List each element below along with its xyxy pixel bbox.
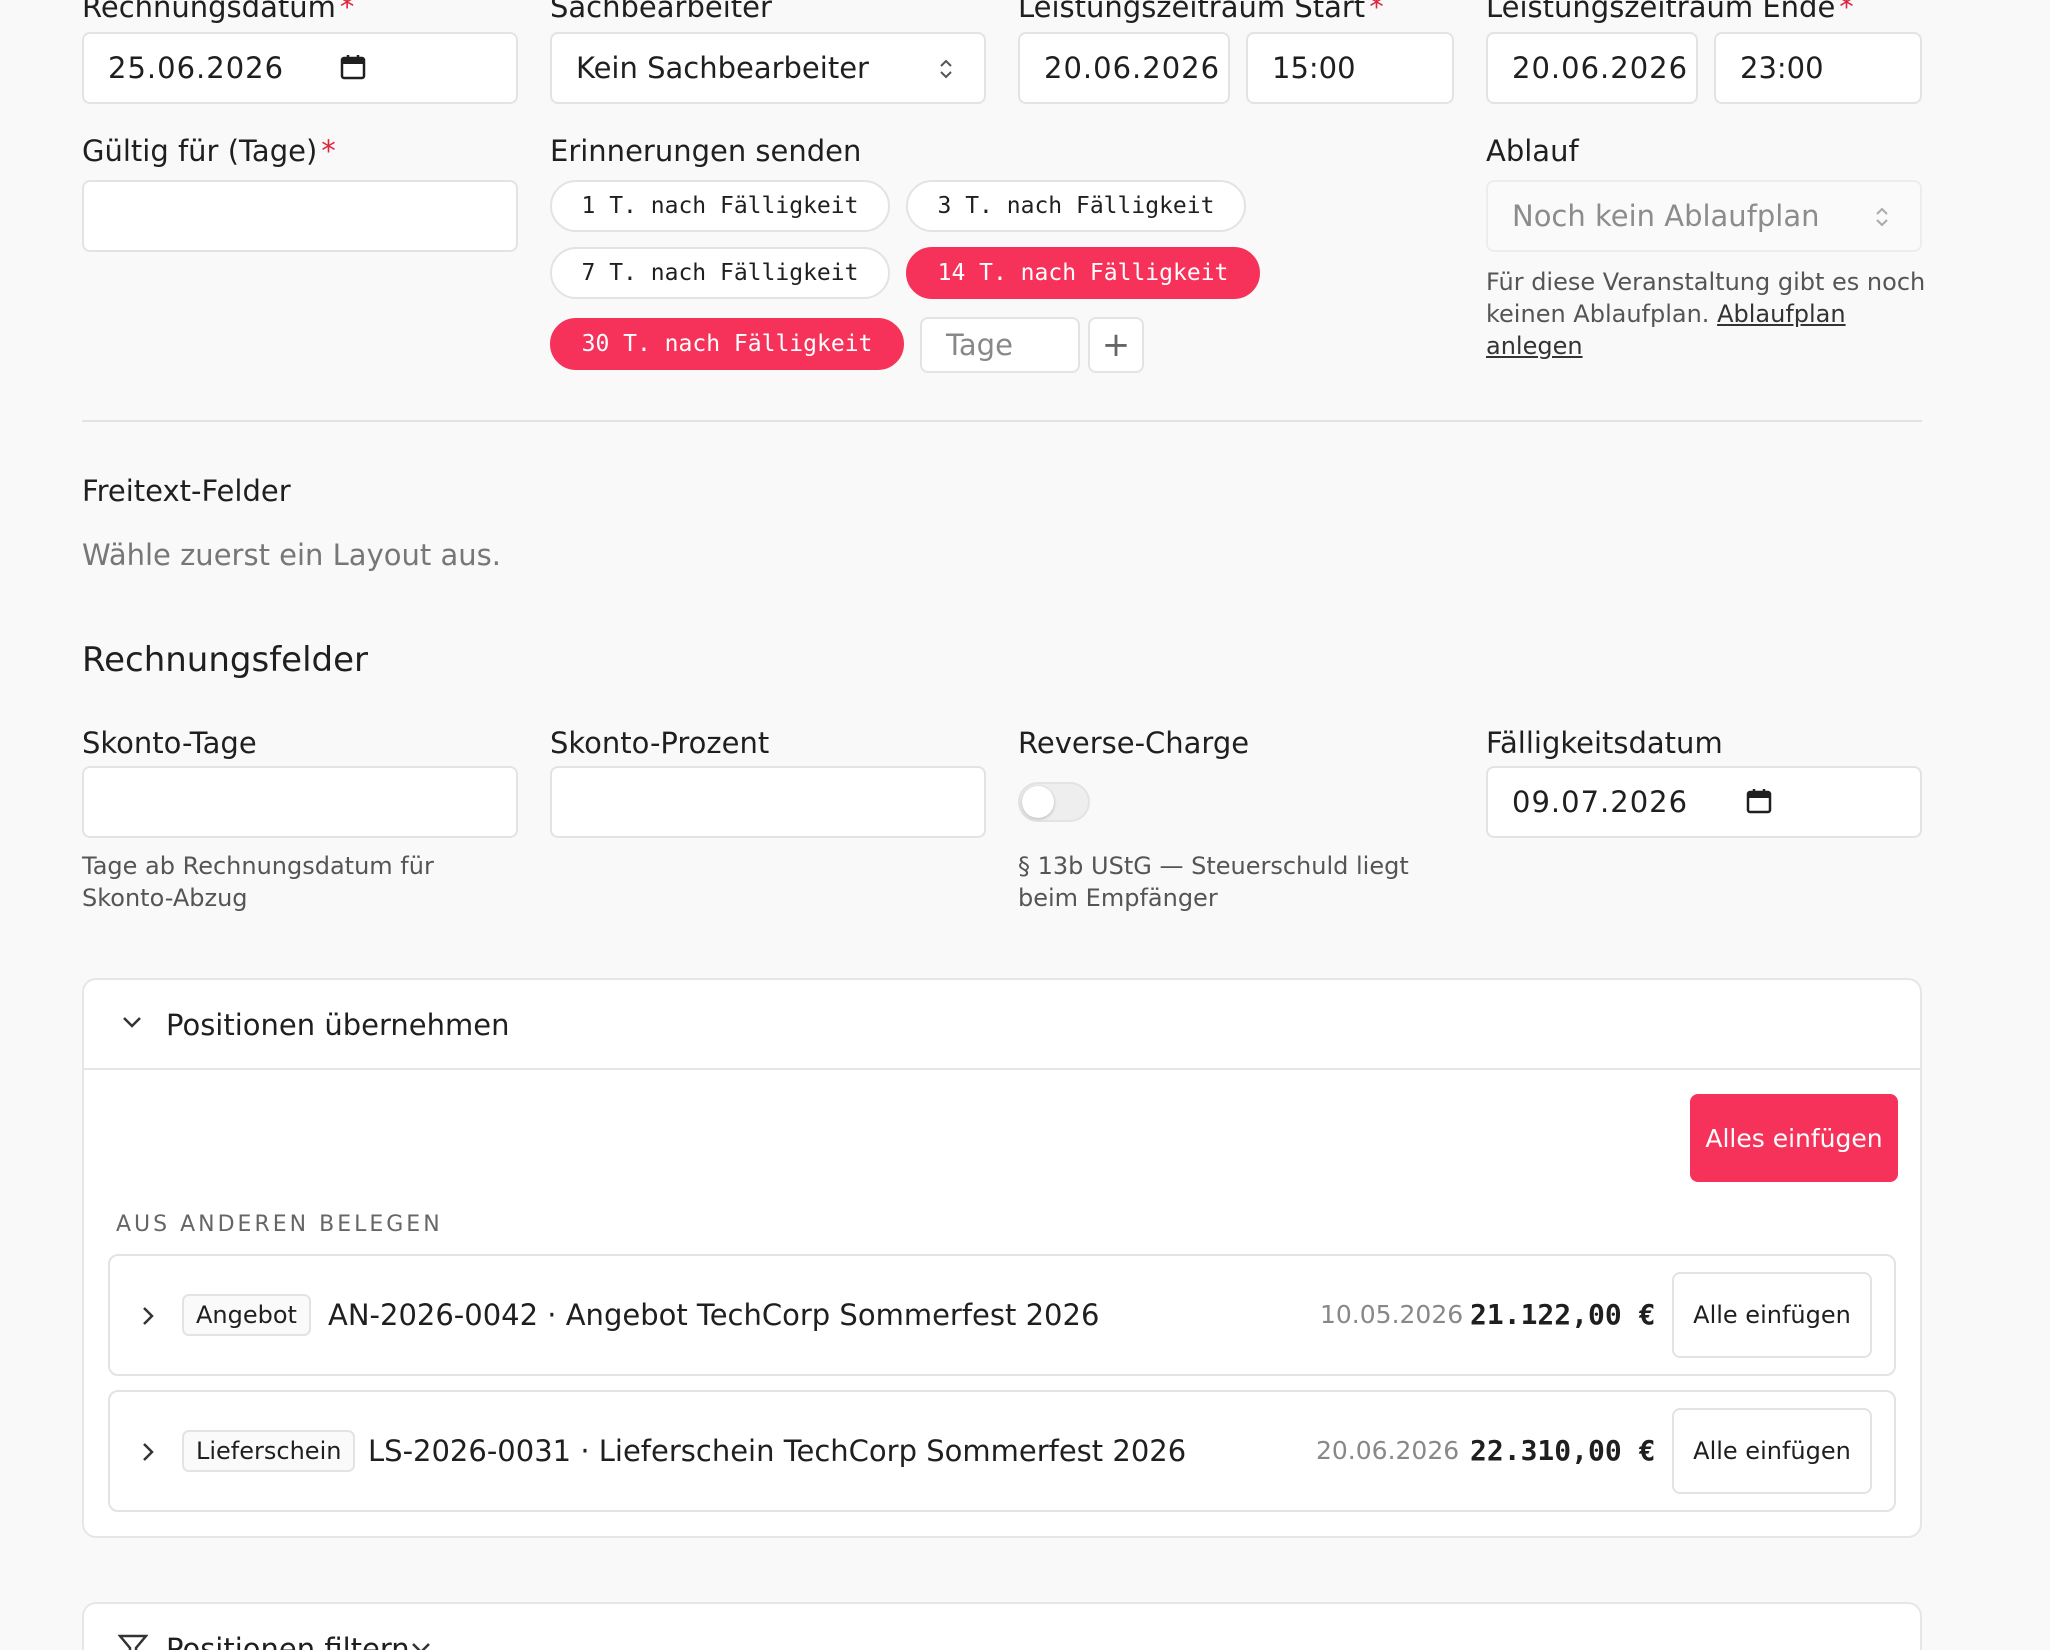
positions-title: Positionen übernehmen [166, 1008, 510, 1042]
doc-type-badge: Lieferschein [182, 1430, 356, 1472]
insert-all-button[interactable]: Alles einfügen [1690, 1094, 1898, 1182]
reverse-charge-toggle[interactable] [1018, 782, 1090, 822]
doc-row-angebot[interactable]: Angebot AN-2026-0042 · Angebot TechCorp … [108, 1254, 1896, 1376]
period-start-time-input[interactable]: 15:00 [1246, 32, 1454, 104]
select-arrows-icon [1872, 204, 1892, 230]
doc-amount: 21.122,00 € [1470, 1298, 1656, 1331]
other-docs-label: AUS ANDEREN BELEGEN [116, 1212, 443, 1237]
period-start-date-input[interactable]: 20.06.2026 [1018, 32, 1230, 104]
flow-hint: Für diese Veranstaltung gibt es noch kei… [1486, 268, 1926, 360]
valid-days-label: Gültig für (Tage) * [82, 134, 336, 168]
select-arrows-icon [936, 56, 956, 82]
calendar-icon[interactable] [1746, 788, 1772, 814]
clerk-label: Sachbearbeiter [550, 0, 772, 24]
add-reminder-button[interactable]: + [1088, 317, 1144, 373]
reverse-charge-hint: § 13b UStG — Steuerschuld liegt beim Emp… [1018, 852, 1409, 912]
chevron-right-icon[interactable] [140, 1304, 156, 1328]
doc-title: AN-2026-0042 · Angebot TechCorp Sommerfe… [328, 1298, 1100, 1332]
reminder-chip-30[interactable]: 30 T. nach Fälligkeit [550, 318, 904, 370]
invoice-fields-title: Rechnungsfelder [82, 640, 369, 680]
chevron-down-icon [120, 1012, 144, 1032]
reminder-chip-7[interactable]: 7 T. nach Fälligkeit [550, 247, 890, 299]
due-date-input[interactable]: 09.07.2026 [1486, 766, 1922, 838]
invoice-date-input[interactable]: 25.06.2026 [82, 32, 518, 104]
chevron-down-icon [410, 1640, 432, 1650]
invoice-date-value: 25.06.2026 [108, 51, 285, 85]
freetext-hint: Wähle zuerst ein Layout aus. [82, 538, 501, 572]
skonto-days-hint: Tage ab Rechnungsdatum für Skonto-Abzug [82, 852, 434, 912]
reminder-chip-14[interactable]: 14 T. nach Fälligkeit [906, 247, 1260, 299]
toggle-knob [1022, 786, 1054, 818]
doc-row-lieferschein[interactable]: Lieferschein LS-2026-0031 · Lieferschein… [108, 1390, 1896, 1512]
reminder-days-input[interactable]: Tage [920, 317, 1080, 373]
doc-date: 10.05.2026 [1320, 1300, 1464, 1329]
flow-select[interactable]: Noch kein Ablaufplan [1486, 180, 1922, 252]
reminders-label: Erinnerungen senden [550, 134, 862, 168]
doc-insert-all-button[interactable]: Alle einfügen [1672, 1408, 1872, 1494]
reminder-chip-1[interactable]: 1 T. nach Fälligkeit [550, 180, 890, 232]
clerk-select[interactable]: Kein Sachbearbeiter [550, 32, 986, 104]
invoice-date-label: Rechnungsdatum * [82, 0, 355, 24]
clerk-value: Kein Sachbearbeiter [576, 51, 869, 85]
filter-title: Positionen filtern [166, 1632, 410, 1650]
doc-amount: 22.310,00 € [1470, 1434, 1656, 1467]
chevron-right-icon[interactable] [140, 1440, 156, 1464]
filter-card[interactable]: Positionen filtern [82, 1602, 1922, 1650]
reminder-chip-3[interactable]: 3 T. nach Fälligkeit [906, 180, 1246, 232]
flow-label: Ablauf [1486, 134, 1579, 168]
doc-insert-all-button[interactable]: Alle einfügen [1672, 1272, 1872, 1358]
positions-header[interactable]: Positionen übernehmen [84, 980, 1920, 1070]
period-end-date-input[interactable]: 20.06.2026 [1486, 32, 1698, 104]
skonto-percent-input[interactable] [550, 766, 986, 838]
filter-icon [118, 1634, 148, 1650]
skonto-percent-label: Skonto-Prozent [550, 726, 770, 760]
doc-title: LS-2026-0031 · Lieferschein TechCorp Som… [368, 1434, 1187, 1468]
positions-card: Positionen übernehmen Alles einfügen AUS… [82, 978, 1922, 1538]
valid-days-input[interactable] [82, 180, 518, 252]
due-date-label: Fälligkeitsdatum [1486, 726, 1723, 760]
skonto-days-input[interactable] [82, 766, 518, 838]
section-divider [82, 420, 1922, 422]
reverse-charge-label: Reverse-Charge [1018, 726, 1250, 760]
period-end-time-input[interactable]: 23:00 [1714, 32, 1922, 104]
doc-date: 20.06.2026 [1316, 1436, 1460, 1465]
doc-type-badge: Angebot [182, 1294, 311, 1336]
freetext-title: Freitext-Felder [82, 474, 291, 508]
period-start-label: Leistungszeitraum Start * [1018, 0, 1384, 24]
period-end-label: Leistungszeitraum Ende * [1486, 0, 1854, 24]
calendar-icon[interactable] [340, 54, 366, 80]
skonto-days-label: Skonto-Tage [82, 726, 257, 760]
